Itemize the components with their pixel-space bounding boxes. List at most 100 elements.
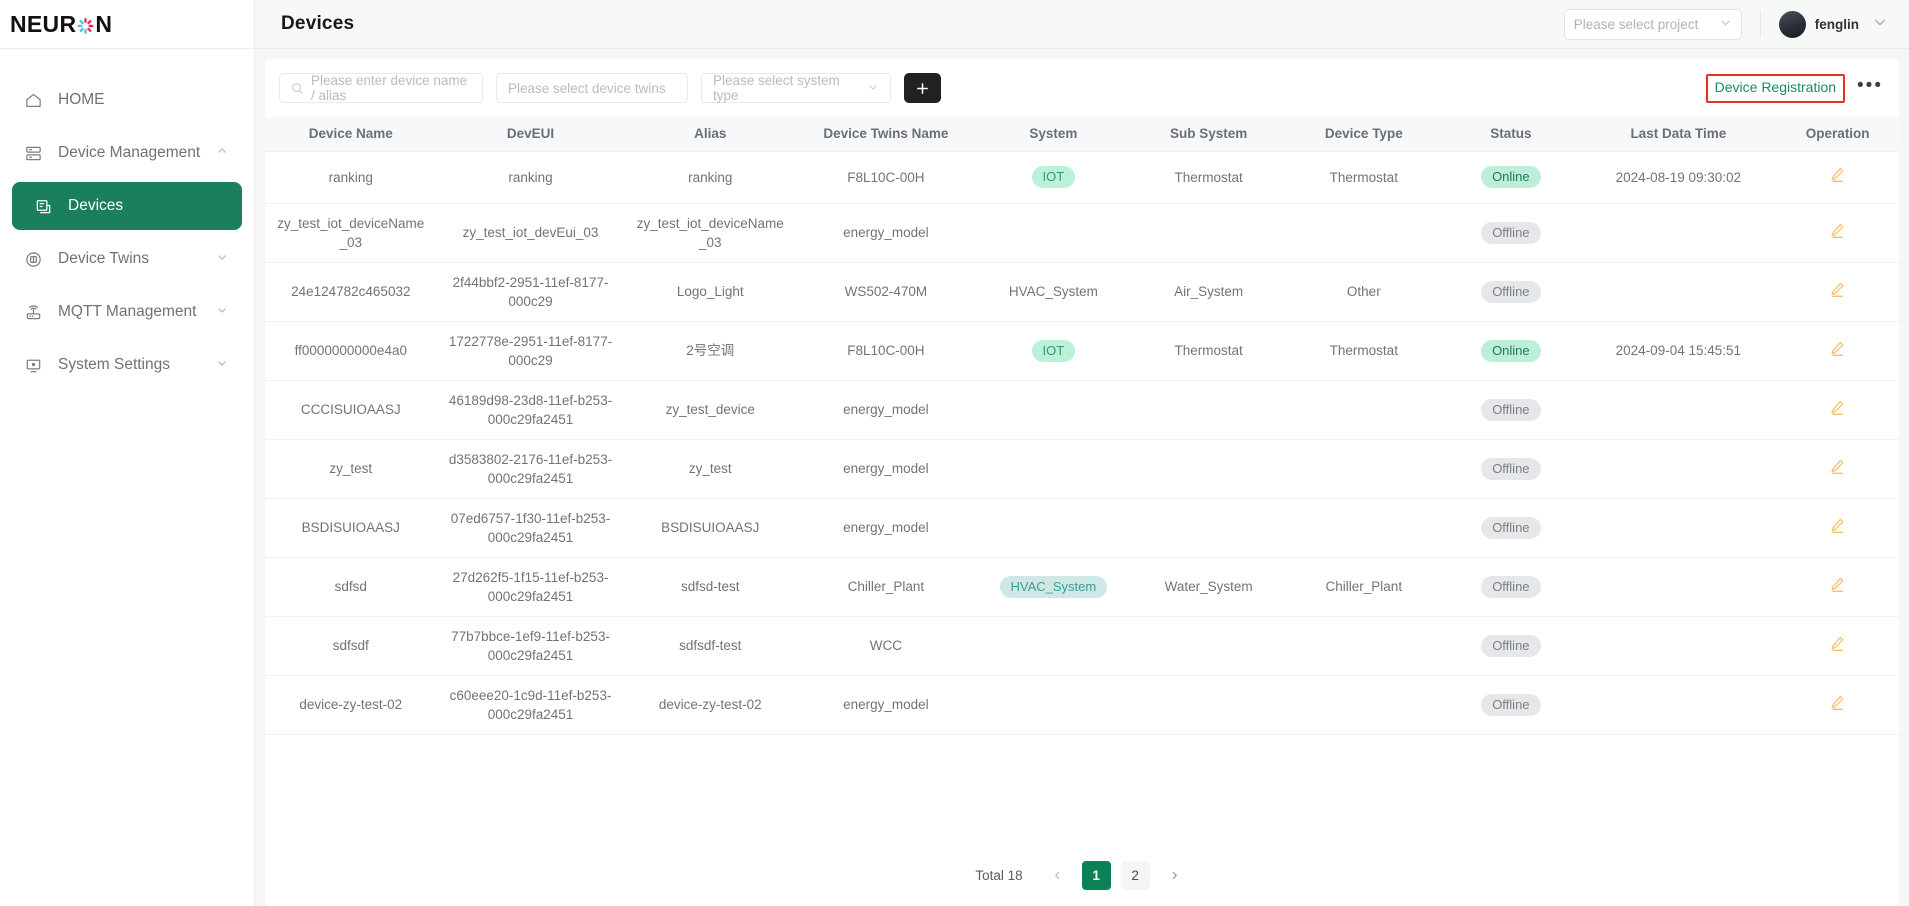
cell-sub-system	[1130, 675, 1287, 735]
cell-device-twins-name: energy_model	[796, 203, 976, 263]
home-icon	[24, 91, 50, 110]
system-type-select[interactable]: Please select system type	[701, 73, 891, 103]
sidebar-item-device-twins[interactable]: Device Twins	[12, 235, 242, 283]
brand-logo[interactable]: NEUR N	[0, 0, 254, 49]
col-last-data-time: Last Data Time	[1580, 117, 1777, 152]
cell-operation[interactable]	[1776, 203, 1899, 263]
cell-operation[interactable]	[1776, 151, 1899, 204]
edit-pencil-icon[interactable]	[1829, 694, 1846, 711]
table-row[interactable]: CCCISUIOAASJ 46189d98-23d8-11ef-b253-000c…	[265, 380, 1899, 440]
filter-bar-right: Device Registration •••	[1705, 73, 1883, 103]
sidebar: NEUR N HOME Device Management Devices De…	[0, 0, 255, 906]
table-row[interactable]: ff0000000000e4a0 1722778e-2951-11ef-8177-…	[265, 321, 1899, 381]
cell-alias: device-zy-test-02	[624, 675, 797, 735]
edit-pencil-icon[interactable]	[1829, 458, 1846, 475]
devices-table-head: Device Name DevEUI Alias Device Twins Na…	[265, 117, 1899, 152]
device-twins-select[interactable]: Please select device twins	[496, 73, 688, 103]
table-row[interactable]: zy_test d3583802-2176-11ef-b253-000c29fa2…	[265, 439, 1899, 499]
pagination: Total 18 1 2	[265, 844, 1899, 906]
user-menu[interactable]: fenglin	[1778, 10, 1887, 38]
cell-status: Offline	[1441, 498, 1581, 558]
cell-operation[interactable]	[1776, 557, 1899, 617]
edit-pencil-icon[interactable]	[1829, 166, 1846, 183]
add-device-button[interactable]	[904, 73, 941, 103]
top-bar-right: Please select project fenglin	[1563, 8, 1887, 40]
cell-status: Online	[1441, 151, 1581, 204]
table-row[interactable]: 24e124782c465032 2f44bbf2-2951-11ef-8177-…	[265, 262, 1899, 322]
cell-alias: zy_test_device	[624, 380, 797, 440]
sidebar-item-mqtt-management[interactable]: MQTT Management	[12, 288, 242, 336]
cell-device-twins-name: energy_model	[796, 380, 976, 440]
chevron-down-icon	[1719, 16, 1732, 32]
chevron-up-icon[interactable]	[216, 144, 230, 162]
cell-operation[interactable]	[1776, 616, 1899, 676]
cell-alias: 2号空调	[624, 321, 797, 381]
col-deveui: DevEUI	[436, 117, 625, 152]
edit-pencil-icon[interactable]	[1829, 635, 1846, 652]
edit-pencil-icon[interactable]	[1829, 517, 1846, 534]
sidebar-item-home-label: HOME	[58, 91, 105, 108]
cell-operation[interactable]	[1776, 380, 1899, 440]
table-row[interactable]: device-zy-test-02 c60eee20-1c9d-11ef-b253…	[265, 675, 1899, 735]
chevron-down-icon[interactable]	[216, 303, 230, 321]
edit-pencil-icon[interactable]	[1829, 281, 1846, 298]
table-row[interactable]: BSDISUIOAASJ 07ed6757-1f30-11ef-b253-000c…	[265, 498, 1899, 558]
edit-pencil-icon[interactable]	[1829, 222, 1846, 239]
project-select[interactable]: Please select project	[1563, 8, 1742, 40]
brand-logo-text: NEUR N	[10, 11, 112, 38]
edit-pencil-icon[interactable]	[1829, 576, 1846, 593]
pagination-next-button[interactable]	[1160, 861, 1189, 890]
status-badge: Offline	[1481, 634, 1541, 657]
content-area: Please enter device name / alias Please …	[255, 49, 1909, 906]
search-input[interactable]: Please enter device name / alias	[279, 73, 483, 103]
cell-operation[interactable]	[1776, 439, 1899, 499]
brand-name-part1: NEUR	[10, 10, 77, 37]
chevron-down-icon[interactable]	[216, 356, 230, 374]
chevron-down-icon[interactable]	[216, 250, 230, 268]
table-row[interactable]: zy_test_iot_deviceName_03 zy_test_iot_dev…	[265, 203, 1899, 263]
table-row[interactable]: sdfsd 27d262f5-1f15-11ef-b253-000c29fa245…	[265, 557, 1899, 617]
sidebar-item-devices[interactable]: Devices	[12, 182, 242, 230]
cell-device-twins-name: energy_model	[796, 439, 976, 499]
status-badge: Offline	[1481, 280, 1541, 303]
edit-pencil-icon[interactable]	[1829, 340, 1846, 357]
cell-alias: ranking	[624, 151, 797, 204]
sidebar-nav: HOME Device Management Devices Device Tw…	[0, 49, 254, 394]
table-row[interactable]: ranking ranking ranking F8L10C-00H IOT Thermo…	[265, 151, 1899, 204]
cell-operation[interactable]	[1776, 675, 1899, 735]
pagination-prev-button[interactable]	[1043, 861, 1072, 890]
cell-device-name: CCCISUIOAASJ	[265, 380, 437, 440]
cell-alias: Logo_Light	[624, 262, 797, 322]
edit-pencil-icon[interactable]	[1829, 399, 1846, 416]
cell-last-data-time	[1580, 203, 1777, 263]
more-options-icon[interactable]: •••	[1857, 76, 1883, 96]
cell-deveui: 46189d98-23d8-11ef-b253-000c29fa2451	[436, 380, 625, 440]
sidebar-item-device-management[interactable]: Device Management	[12, 129, 242, 177]
cell-deveui: d3583802-2176-11ef-b253-000c29fa2451	[436, 439, 625, 499]
cell-operation[interactable]	[1776, 321, 1899, 381]
cell-status: Offline	[1441, 203, 1581, 263]
cell-status: Offline	[1441, 675, 1581, 735]
pagination-page-2[interactable]: 2	[1120, 860, 1150, 890]
cell-sub-system	[1130, 439, 1287, 499]
sidebar-item-home[interactable]: HOME	[12, 76, 242, 124]
filter-bar: Please enter device name / alias Please …	[265, 59, 1899, 117]
cell-device-type	[1286, 380, 1442, 440]
system-type-select-placeholder: Please select system type	[713, 73, 840, 103]
cell-device-twins-name: F8L10C-00H	[796, 321, 976, 381]
top-bar: Devices Please select project fenglin	[255, 0, 1909, 49]
cell-operation[interactable]	[1776, 262, 1899, 322]
cell-deveui: 27d262f5-1f15-11ef-b253-000c29fa2451	[436, 557, 625, 617]
table-header-row: Device Name DevEUI Alias Device Twins Na…	[265, 117, 1899, 152]
asterisk-logo-icon	[76, 15, 95, 34]
table-row[interactable]: sdfsdf 77b7bbce-1ef9-11ef-b253-000c29fa24…	[265, 616, 1899, 676]
cell-device-twins-name: F8L10C-00H	[796, 151, 976, 204]
chevron-down-icon	[1873, 15, 1887, 34]
device-registration-link[interactable]: Device Registration	[1715, 79, 1836, 95]
pagination-page-1[interactable]: 1	[1081, 860, 1111, 890]
cell-operation[interactable]	[1776, 498, 1899, 558]
sidebar-item-system-settings[interactable]: System Settings	[12, 341, 242, 389]
cell-deveui: 77b7bbce-1ef9-11ef-b253-000c29fa2451	[436, 616, 625, 676]
cell-device-type	[1286, 616, 1442, 676]
cell-sub-system	[1130, 498, 1287, 558]
